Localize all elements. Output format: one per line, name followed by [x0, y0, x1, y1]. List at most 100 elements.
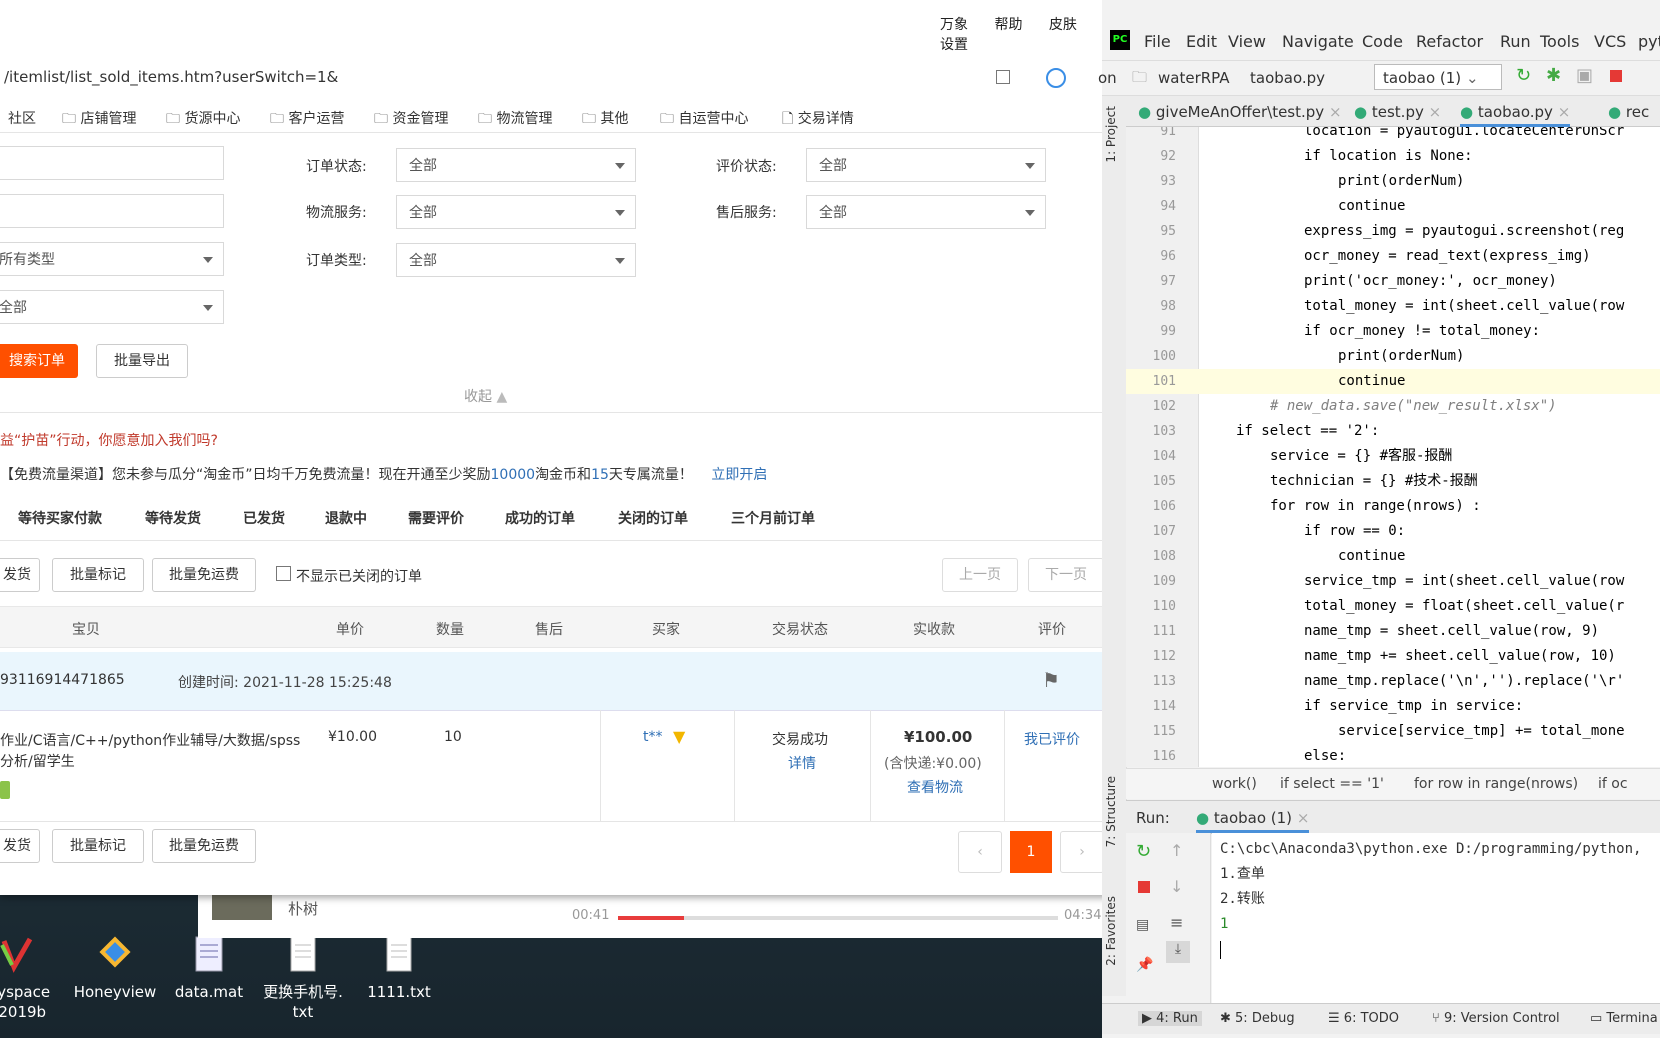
open-external-icon[interactable]	[996, 70, 1010, 84]
batch-mark-button-bottom[interactable]: 批量标记	[52, 829, 144, 863]
tab-closed[interactable]: 关闭的订单	[618, 508, 688, 528]
desktop-icon-phone-txt[interactable]: 更换手机号. txt	[258, 935, 348, 1022]
desktop-icon-honeyview[interactable]: Honeyview	[70, 935, 160, 1002]
tool-version-control[interactable]: ⑂ 9: Version Control	[1432, 1011, 1560, 1026]
buyer-filter-icon[interactable]: ▼	[673, 727, 685, 746]
crumb-for[interactable]: for row in range(nrows)	[1414, 776, 1578, 792]
tool-favorites[interactable]: 2: Favorites	[1104, 896, 1118, 966]
editor-tab-2[interactable]: ● test.py ×	[1354, 103, 1441, 121]
editor-tab-4[interactable]: ● rec	[1608, 103, 1649, 121]
tab-await-payment[interactable]: 等待买家付款	[18, 508, 102, 528]
nav-other[interactable]: 🗀 其他	[582, 108, 628, 132]
breadcrumb-project[interactable]: waterRPA	[1158, 69, 1230, 87]
close-icon[interactable]: ×	[1297, 809, 1310, 827]
tool-project[interactable]: 1: Project	[1104, 106, 1118, 163]
pin-icon[interactable]: 📌	[1136, 957, 1153, 973]
nav-store-mgmt[interactable]: 🗀 店铺管理	[62, 108, 136, 132]
arrow-down-icon[interactable]: ↓	[1170, 877, 1183, 896]
run-console[interactable]: C:\cbc\Anaconda3\python.exe D:/programmi…	[1212, 833, 1660, 1003]
close-icon[interactable]: ×	[1558, 103, 1571, 121]
batch-export-button[interactable]: 批量导出	[96, 344, 188, 378]
hide-closed-checkbox[interactable]	[276, 566, 291, 581]
filter-left-all-select[interactable]: 全部	[0, 290, 224, 324]
crumb-if[interactable]: if select == '1'	[1280, 776, 1384, 792]
filter-item-type-select[interactable]: 所有类型	[0, 242, 224, 276]
tab-shipped[interactable]: 已发货	[243, 508, 285, 528]
tab-await-shipping[interactable]: 等待发货	[145, 508, 201, 528]
aftersale-select[interactable]: 全部	[806, 195, 1046, 229]
menu-run[interactable]: Run	[1500, 32, 1531, 51]
menu-vcs[interactable]: VCS	[1594, 32, 1626, 51]
menu-tools[interactable]: Tools	[1540, 32, 1579, 51]
menu-wanxiang[interactable]: 万象	[940, 17, 968, 33]
pager-page-current[interactable]: 1	[1010, 831, 1052, 873]
nav-community[interactable]: 社区	[8, 108, 36, 128]
tab-refunding[interactable]: 退款中	[325, 508, 367, 528]
tool-run[interactable]: ▶ 4: Run	[1138, 1011, 1202, 1026]
tool-structure[interactable]: 7: Structure	[1104, 776, 1118, 847]
ship-button-bottom[interactable]: 发货	[0, 829, 40, 863]
rerun-icon[interactable]: ↻	[1516, 65, 1531, 86]
debug-icon[interactable]: ✱	[1546, 65, 1561, 86]
item-title[interactable]: 作业/C语言/C++/python作业辅导/大数据/spss 分析/留学生	[0, 731, 300, 773]
order-type-select[interactable]: 全部	[396, 243, 636, 277]
search-orders-button[interactable]: 搜索订单	[0, 344, 78, 378]
menu-code[interactable]: Code	[1362, 32, 1403, 51]
stop-icon[interactable]	[1138, 881, 1150, 893]
nav-logistics-mgmt[interactable]: 🗀 物流管理	[478, 108, 552, 132]
nav-source-center[interactable]: 🗀 货源中心	[166, 108, 240, 132]
run-tab[interactable]: ● taobao (1) ×	[1196, 809, 1310, 833]
code-editor[interactable]: 91 location = pyautogui.locateCenterOnScr…	[1126, 127, 1660, 767]
menu-settings[interactable]: 设置	[940, 37, 968, 53]
batch-mark-button[interactable]: 批量标记	[52, 558, 144, 592]
pager-next-button[interactable]: ›	[1060, 831, 1104, 873]
layout-icon[interactable]: ▤	[1136, 917, 1149, 933]
nav-self-ops[interactable]: 🗀 自运营中心	[660, 108, 748, 132]
breadcrumb-file[interactable]: taobao.py	[1250, 69, 1325, 87]
tool-terminal[interactable]: ▭ Termina	[1590, 1011, 1658, 1026]
menu-file[interactable]: File	[1144, 32, 1171, 51]
desktop-icon-polyspace[interactable]: olyspace R2019b	[0, 935, 62, 1022]
coverage-icon[interactable]: ▣	[1576, 65, 1593, 86]
flag-icon[interactable]: ⚑	[1042, 668, 1060, 692]
notice-charity[interactable]: 益“护苗”行动，你愿意加入我们吗?	[0, 430, 218, 450]
pager-prev-button[interactable]: ‹	[958, 831, 1002, 873]
rerun-icon[interactable]: ↻	[1136, 841, 1151, 862]
music-progress-track[interactable]	[618, 916, 1058, 920]
menu-edit[interactable]: Edit	[1186, 32, 1217, 51]
tab-need-review[interactable]: 需要评价	[408, 508, 464, 528]
stop-icon[interactable]	[1610, 70, 1622, 82]
filter-left-input-1[interactable]	[0, 146, 224, 180]
tool-debug[interactable]: ✱ 5: Debug	[1220, 1011, 1295, 1026]
address-bar-url[interactable]: /itemlist/list_sold_items.htm?userSwitch…	[4, 68, 338, 86]
menu-overflow[interactable]: pyt	[1638, 32, 1660, 51]
ship-button[interactable]: 发货	[0, 558, 40, 592]
menu-skin[interactable]: 皮肤	[1049, 17, 1077, 33]
menu-view[interactable]: View	[1228, 32, 1266, 51]
filter-left-input-2[interactable]	[0, 194, 224, 228]
prev-page-button[interactable]: 上一页	[942, 558, 1018, 592]
arrow-up-icon[interactable]: ↑	[1170, 841, 1183, 860]
editor-tab-1[interactable]: ● giveMeAnOffer\test.py ×	[1138, 103, 1342, 121]
menu-help[interactable]: 帮助	[994, 17, 1022, 33]
editor-tab-3-active[interactable]: ● taobao.py ×	[1460, 103, 1571, 127]
scroll-to-end-icon[interactable]: ⤓	[1166, 941, 1190, 963]
menu-refactor[interactable]: Refactor	[1416, 32, 1483, 51]
crumb-if-2[interactable]: if oc	[1598, 776, 1628, 792]
enable-now-link[interactable]: 立即开启	[711, 467, 767, 483]
review-status-select[interactable]: 全部	[806, 148, 1046, 182]
logistics-select[interactable]: 全部	[396, 195, 636, 229]
tool-todo[interactable]: ☰ 6: TODO	[1328, 1011, 1399, 1026]
collapse-toggle[interactable]: 收起 ▲	[464, 386, 507, 406]
crumb-function[interactable]: work()	[1212, 776, 1257, 792]
batch-free-shipping-button[interactable]: 批量免运费	[152, 558, 256, 592]
next-page-button[interactable]: 下一页	[1028, 558, 1104, 592]
menu-navigate[interactable]: Navigate	[1282, 32, 1354, 51]
nav-trade-detail[interactable]: 🗋 交易详情	[782, 108, 854, 132]
smiley-icon[interactable]	[1046, 68, 1066, 88]
batch-free-shipping-button-bottom[interactable]: 批量免运费	[152, 829, 256, 863]
nav-fund-mgmt[interactable]: 🗀 资金管理	[374, 108, 448, 132]
close-icon[interactable]: ×	[1329, 103, 1342, 121]
breadcrumb-root[interactable]: on	[1098, 69, 1117, 87]
desktop-icon-data-mat[interactable]: data.mat	[164, 935, 254, 1002]
